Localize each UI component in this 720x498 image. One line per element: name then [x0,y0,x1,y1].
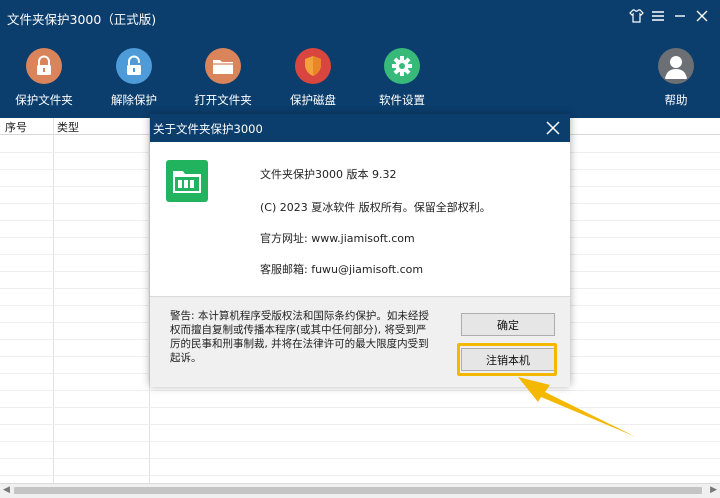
annotation-arrow [518,377,636,437]
